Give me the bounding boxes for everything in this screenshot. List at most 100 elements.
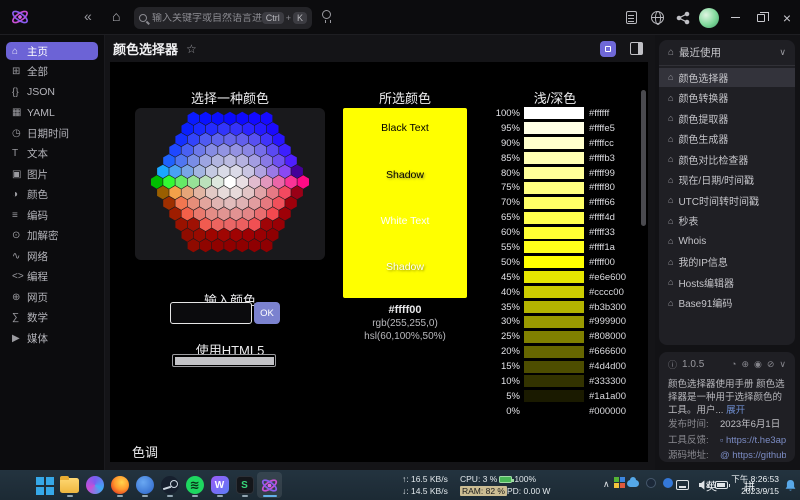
tasklist-icon[interactable] bbox=[618, 0, 644, 35]
taskbar-app-wapp[interactable]: W bbox=[207, 472, 232, 498]
sidebar-item-yaml[interactable]: ▦ YAML bbox=[6, 104, 98, 122]
chevron-down-icon[interactable]: ∨ bbox=[779, 359, 786, 370]
window-restore-button[interactable] bbox=[748, 0, 774, 35]
shade-swatch[interactable] bbox=[524, 316, 584, 328]
shade-swatch[interactable] bbox=[524, 405, 584, 417]
search-input[interactable] bbox=[152, 13, 262, 24]
sidebar-item-code[interactable]: <> 编程 bbox=[6, 268, 98, 286]
recent-item[interactable]: ⌂ 颜色提取器 bbox=[659, 109, 795, 128]
system-stats[interactable]: CPU: 3 %100% RAM: 82 %PD: 0.00 W bbox=[460, 473, 550, 497]
web-icon[interactable]: ⊕ bbox=[741, 359, 749, 370]
recent-item[interactable]: ⌂ 秒表 bbox=[659, 211, 795, 230]
taskbar-app-spotify[interactable]: ≋ bbox=[182, 472, 207, 498]
sidebar-item-web[interactable]: ⊕ 网页 bbox=[6, 288, 98, 306]
taskbar-app-sapp[interactable]: S bbox=[232, 472, 257, 498]
sidebar-item-text[interactable]: T 文本 bbox=[6, 145, 98, 163]
recent-item[interactable]: ⌂ Base91编码 bbox=[659, 293, 795, 312]
favorite-star-icon[interactable]: ☆ bbox=[186, 42, 197, 56]
sidebar-item-crypto[interactable]: ⊙ 加解密 bbox=[6, 227, 98, 245]
github-icon[interactable]: ◉ bbox=[754, 359, 762, 370]
shade-swatch[interactable] bbox=[524, 241, 584, 253]
shade-swatch[interactable] bbox=[524, 346, 584, 358]
hex-color-wheel[interactable] bbox=[142, 111, 318, 257]
home-icon[interactable]: ⌂ bbox=[112, 8, 120, 24]
sidebar-item-encode[interactable]: ≡ 编码 bbox=[6, 206, 98, 224]
sidebar-item-home[interactable]: ⌂ 主页 bbox=[6, 42, 98, 60]
taskbar-clock[interactable]: 下午 8:26:53 2023/9/15 bbox=[731, 473, 779, 497]
shade-swatch[interactable] bbox=[524, 375, 584, 387]
shade-swatch[interactable] bbox=[524, 212, 584, 224]
search-box[interactable]: Ctrl + K bbox=[134, 7, 312, 29]
notification-bell-icon[interactable] bbox=[784, 479, 797, 493]
check-icon[interactable]: ⊘ bbox=[767, 359, 775, 370]
shade-swatch[interactable] bbox=[524, 331, 584, 343]
sidebar-item-math[interactable]: ∑ 数学 bbox=[6, 309, 98, 327]
taskbar-app-start[interactable] bbox=[32, 472, 57, 498]
tray-overflow-chevron[interactable]: ∧ bbox=[603, 479, 610, 490]
browser-icon[interactable] bbox=[644, 0, 670, 35]
shade-swatch[interactable] bbox=[524, 107, 584, 119]
pin-badge-icon[interactable] bbox=[600, 41, 616, 57]
recent-item[interactable]: ⌂ 颜色选择器 bbox=[659, 68, 795, 87]
sidebar-item-json[interactable]: {} JSON bbox=[6, 83, 98, 101]
shade-swatch[interactable] bbox=[524, 182, 584, 194]
user-avatar[interactable] bbox=[696, 0, 722, 35]
shade-swatch[interactable] bbox=[524, 227, 584, 239]
window-close-button[interactable]: × bbox=[774, 0, 800, 35]
info-row-value[interactable]: @ https://github.com... bbox=[720, 448, 786, 462]
ok-button[interactable]: OK bbox=[254, 302, 280, 324]
recent-item[interactable]: ⌂ Whois bbox=[659, 232, 795, 251]
cloud-tray-icon[interactable] bbox=[627, 480, 639, 487]
recent-item[interactable]: ⌂ 颜色生成器 bbox=[659, 129, 795, 148]
color-input[interactable] bbox=[170, 302, 252, 324]
sidebar-item-apps[interactable]: ⊞ 全部 bbox=[6, 63, 98, 81]
taskbar-app-blueapp[interactable] bbox=[132, 472, 157, 498]
sidebar-item-media[interactable]: ▶ 媒体 bbox=[6, 329, 98, 347]
window-minimize-button[interactable] bbox=[722, 0, 748, 35]
panel-toggle-icon[interactable] bbox=[630, 42, 643, 55]
history-icon[interactable]: ◔ bbox=[731, 359, 736, 369]
volume-muted-icon[interactable] bbox=[698, 479, 711, 491]
shade-swatch[interactable] bbox=[524, 286, 584, 298]
html5-color-input[interactable] bbox=[172, 354, 276, 367]
shade-swatch[interactable] bbox=[524, 390, 584, 402]
shade-swatch[interactable] bbox=[524, 301, 584, 313]
recent-header[interactable]: ⌂ 最近使用 ∨ bbox=[659, 40, 795, 66]
taskbar-app-explorer[interactable] bbox=[57, 472, 82, 498]
recent-item[interactable]: ⌂ 颜色转换器 bbox=[659, 88, 795, 107]
steam-tray-icon[interactable] bbox=[646, 478, 656, 488]
info-row-value[interactable]: ▫ https://t.he3app.co... bbox=[720, 433, 786, 449]
recent-item[interactable]: ⌂ Hosts编辑器 bbox=[659, 273, 795, 292]
share-icon[interactable] bbox=[670, 0, 696, 35]
shade-swatch[interactable] bbox=[524, 361, 584, 373]
sidebar-collapse-icon[interactable]: « bbox=[84, 8, 92, 24]
network-speed[interactable]: ↑: 16.5 KB/s ↓: 14.5 KB/s bbox=[402, 473, 448, 497]
recent-item[interactable]: ⌂ 颜色对比检查器 bbox=[659, 150, 795, 169]
shade-swatch[interactable] bbox=[524, 122, 584, 134]
taskbar-app-steam[interactable] bbox=[157, 472, 182, 498]
recent-item[interactable]: ⌂ 现在/日期/时间戳 bbox=[659, 170, 795, 189]
tips-lightbulb-icon[interactable] bbox=[322, 10, 331, 19]
expand-link[interactable]: 展开 bbox=[726, 405, 745, 416]
shade-swatch[interactable] bbox=[524, 256, 584, 268]
sidebar-item-datetime[interactable]: ◷ 日期时间 bbox=[6, 124, 98, 142]
shade-swatch[interactable] bbox=[524, 271, 584, 283]
touch-keyboard-icon[interactable] bbox=[676, 480, 689, 490]
sidebar-item-network[interactable]: ∿ 网络 bbox=[6, 247, 98, 265]
sidebar-item-image[interactable]: ▣ 图片 bbox=[6, 165, 98, 183]
shade-swatch[interactable] bbox=[524, 152, 584, 164]
tray-app-icon[interactable] bbox=[663, 478, 673, 488]
recent-item[interactable]: ⌂ 我的IP信息 bbox=[659, 252, 795, 271]
shade-swatch[interactable] bbox=[524, 197, 584, 209]
shade-swatch[interactable] bbox=[524, 137, 584, 149]
battery-tray-icon[interactable] bbox=[715, 481, 728, 489]
scrollbar-thumb[interactable] bbox=[641, 90, 646, 226]
shade-swatch[interactable] bbox=[524, 167, 584, 179]
recent-item[interactable]: ⌂ UTC时间转时间戳 bbox=[659, 191, 795, 210]
sidebar-item-color[interactable]: ◑ 颜色 bbox=[6, 186, 98, 204]
info-row-value[interactable]: 2023年6月1日 bbox=[720, 417, 780, 433]
taskbar-app-he3[interactable] bbox=[257, 472, 282, 498]
chevron-down-icon[interactable]: ∨ bbox=[779, 47, 786, 58]
taskbar-app-firefox[interactable] bbox=[107, 472, 132, 498]
taskbar-app-copilot[interactable] bbox=[82, 472, 107, 498]
